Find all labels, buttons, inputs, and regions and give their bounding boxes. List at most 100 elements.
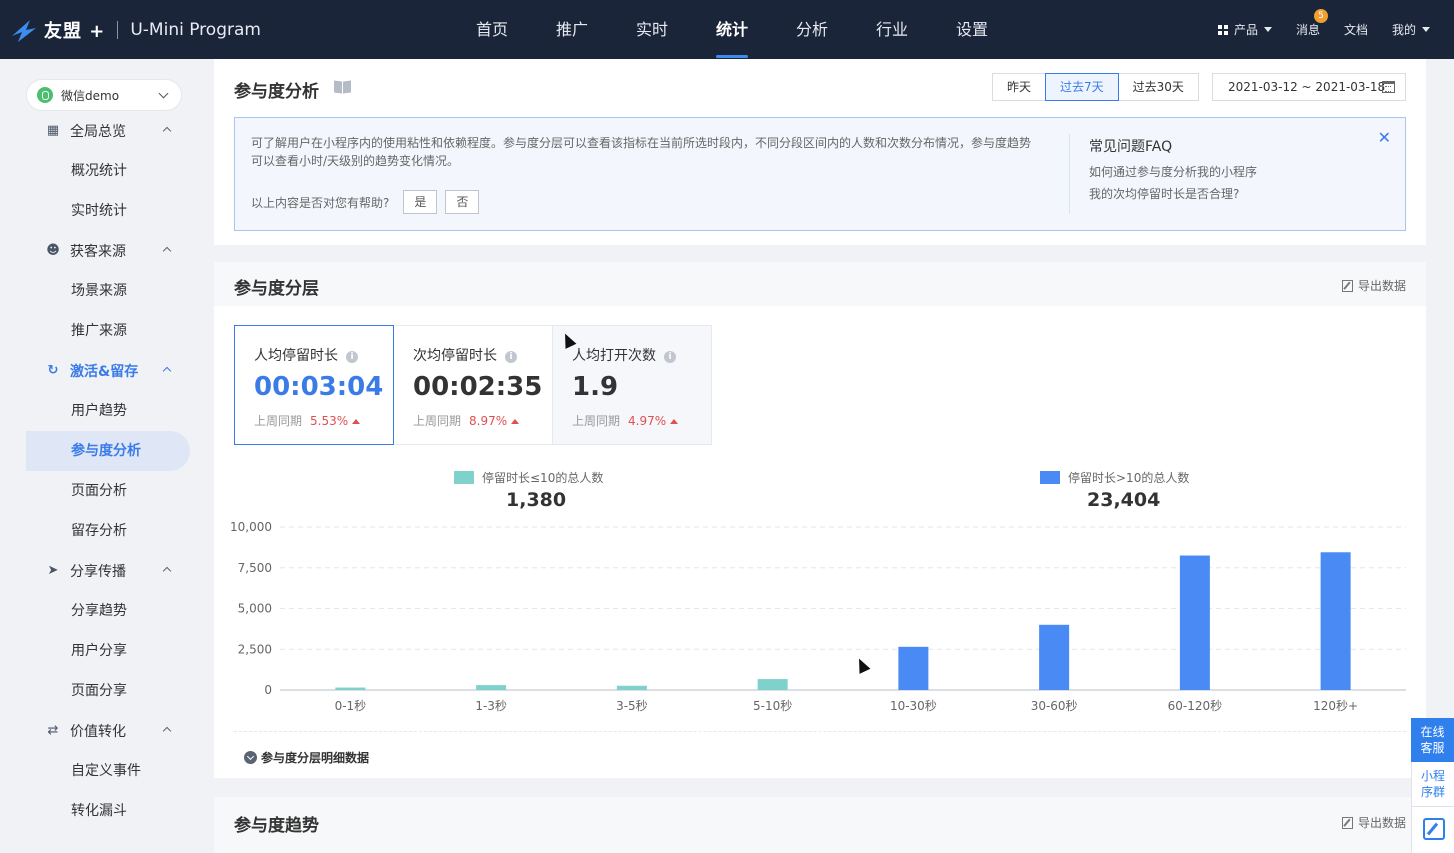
legend-label: 停留时长>10的总人数: [1068, 471, 1190, 485]
sidebar-group-sharing[interactable]: ➤ 分享传播: [26, 551, 190, 591]
sidebar-item-engagement[interactable]: 参与度分析: [26, 431, 190, 471]
sidebar-item-user-trend[interactable]: 用户趋势: [26, 391, 190, 431]
info-icon[interactable]: i: [346, 351, 358, 363]
edit-icon: [1423, 818, 1445, 840]
nav-home[interactable]: 首页: [452, 0, 532, 59]
metric-cards: 人均停留时长 i 00:03:04 上周同期 5.53% 次均停留时长 i 00:02…: [234, 325, 712, 445]
date-range-picker[interactable]: 2021-03-12 ~ 2021-03-18: [1212, 73, 1406, 101]
top-right-menu: 产品 消息 5 文档 我的: [1217, 0, 1454, 59]
sidebar-item-user-share[interactable]: 用户分享: [26, 631, 190, 671]
faq-divider: [1069, 134, 1070, 214]
nav-analysis[interactable]: 分析: [772, 0, 852, 59]
helpful-yes-button[interactable]: 是: [403, 190, 438, 214]
messages-link[interactable]: 消息 5: [1295, 9, 1328, 38]
export-data-button[interactable]: 导出数据: [1341, 814, 1406, 831]
range-yesterday-button[interactable]: 昨天: [992, 73, 1047, 101]
legend-swatch: [1040, 471, 1060, 484]
caret-down-icon: [1263, 27, 1272, 32]
x-tick-label: 5-10秒: [753, 699, 792, 713]
service-label: 在线客服: [1420, 725, 1445, 755]
range-30days-button[interactable]: 过去30天: [1117, 73, 1199, 101]
metric-compare: 上周同期 5.53%: [254, 412, 361, 429]
mini-program-group-tab[interactable]: 小程序群: [1411, 762, 1454, 806]
book-icon[interactable]: [334, 81, 352, 94]
compare-label: 上周同期: [254, 414, 303, 428]
account-menu[interactable]: 我的: [1392, 21, 1430, 38]
bar-short-stay: [616, 685, 647, 690]
nav-promotion[interactable]: 推广: [532, 0, 612, 59]
sidebar-group-conversion[interactable]: ⇄ 价值转化: [26, 711, 190, 751]
app-selector[interactable]: 微信demo: [26, 79, 182, 111]
metric-card-avg-user-duration[interactable]: 人均停留时长 i 00:03:04 上周同期 5.53%: [234, 325, 394, 445]
mini-program-icon: [37, 87, 53, 103]
arrow-up-icon: [511, 419, 520, 424]
group-label: 小程序群: [1420, 769, 1445, 799]
sidebar-group-acquisition[interactable]: ☻ 获客来源: [26, 231, 190, 271]
messages-label: 消息: [1295, 23, 1320, 37]
x-tick-label: 10-30秒: [890, 699, 937, 713]
close-icon[interactable]: ✕: [1378, 128, 1391, 147]
helpful-feedback: 以上内容是否对您有帮助? 是 否: [251, 190, 480, 214]
calendar-icon: [1382, 81, 1395, 93]
sidebar-group-label: 获客来源: [70, 244, 126, 260]
nav-statistics[interactable]: 统计: [692, 0, 772, 59]
helpful-no-button[interactable]: 否: [445, 190, 480, 214]
sidebar-group-label: 分享传播: [70, 564, 126, 580]
sidebar-item-share-trend[interactable]: 分享趋势: [26, 591, 190, 631]
export-icon: [1341, 816, 1353, 829]
export-data-button[interactable]: 导出数据: [1341, 277, 1406, 294]
bar-long-stay: [1179, 555, 1210, 690]
sidebar-group-activation[interactable]: ↻ 激活&留存: [26, 351, 190, 391]
engagement-overview-panel: 参与度分析 昨天 过去7天 过去30天 2021-03-12 ~ 2021-03…: [214, 59, 1426, 245]
sidebar-group-overview[interactable]: ▦ 全局总览: [26, 111, 190, 151]
online-service-tab[interactable]: 在线客服: [1411, 718, 1454, 762]
metric-label-text: 人均打开次数: [572, 348, 656, 364]
docs-link[interactable]: 文档: [1344, 21, 1368, 38]
nav-industry[interactable]: 行业: [852, 0, 932, 59]
feedback-tab[interactable]: [1411, 806, 1454, 853]
faq-section: 常见问题FAQ 如何通过参与度分析我的小程序 我的次均停留时长是否合理?: [1089, 136, 1257, 205]
sidebar-item-page-analysis[interactable]: 页面分析: [26, 471, 190, 511]
legend-swatch: [454, 471, 474, 484]
nav-settings[interactable]: 设置: [932, 0, 1012, 59]
x-tick-label: 1-3秒: [475, 699, 507, 713]
sidebar-item-promo-source[interactable]: 推广来源: [26, 311, 190, 351]
metric-card-avg-session-duration[interactable]: 次均停留时长 i 00:02:35 上周同期 8.97%: [393, 325, 553, 445]
metric-compare: 上周同期 8.97%: [413, 412, 520, 429]
products-label: 产品: [1233, 23, 1258, 37]
engagement-trend-panel: 参与度趋势 导出数据: [214, 797, 1426, 853]
info-icon[interactable]: i: [505, 351, 517, 363]
sidebar-item-realtime-stats[interactable]: 实时统计: [26, 191, 190, 231]
products-menu[interactable]: 产品: [1217, 21, 1272, 38]
legend-series-short[interactable]: 停留时长≤10的总人数 1,380: [454, 469, 603, 511]
nav-realtime[interactable]: 实时: [612, 0, 692, 59]
sidebar-item-funnel[interactable]: 转化漏斗: [26, 791, 190, 831]
sidebar-item-scene-source[interactable]: 场景来源: [26, 271, 190, 311]
bar-long-stay: [1039, 624, 1070, 690]
info-icon[interactable]: i: [664, 351, 676, 363]
sidebar: 微信demo ▦ 全局总览 概况统计 实时统计 ☻ 获客来源 场景来源 推广来源…: [0, 59, 214, 853]
account-label: 我的: [1391, 23, 1416, 37]
bar-short-stay: [335, 687, 366, 690]
bar-short-stay: [476, 685, 507, 690]
chevron-up-icon: [162, 726, 172, 736]
detail-data-toggle[interactable]: 参与度分层明细数据: [244, 749, 369, 766]
logo[interactable]: 友盟 + U-Mini Program: [10, 14, 261, 46]
sidebar-item-page-share[interactable]: 页面分享: [26, 671, 190, 711]
section-title: 参与度分层: [234, 279, 319, 299]
legend-total: 1,380: [506, 489, 567, 511]
faq-link[interactable]: 我的次均停留时长是否合理?: [1089, 183, 1257, 205]
range-7days-button[interactable]: 过去7天: [1045, 73, 1119, 101]
sidebar-item-overview-stats[interactable]: 概况统计: [26, 151, 190, 191]
y-tick-label: 7,500: [238, 561, 272, 575]
sidebar-item-retention[interactable]: 留存分析: [26, 511, 190, 551]
compare-value: 4.97%: [628, 414, 667, 428]
sidebar-item-custom-event[interactable]: 自定义事件: [26, 751, 190, 791]
top-navbar: 友盟 + U-Mini Program 首页 推广 实时 统计 分析 行业 设置…: [0, 0, 1454, 59]
faq-link[interactable]: 如何通过参与度分析我的小程序: [1089, 161, 1257, 183]
y-tick-label: 0: [264, 683, 272, 697]
x-tick-label: 120秒+: [1313, 699, 1358, 713]
message-count-badge: 5: [1313, 9, 1328, 23]
legend-series-long[interactable]: 停留时长>10的总人数 23,404: [1040, 469, 1190, 511]
bar-short-stay: [757, 679, 788, 690]
